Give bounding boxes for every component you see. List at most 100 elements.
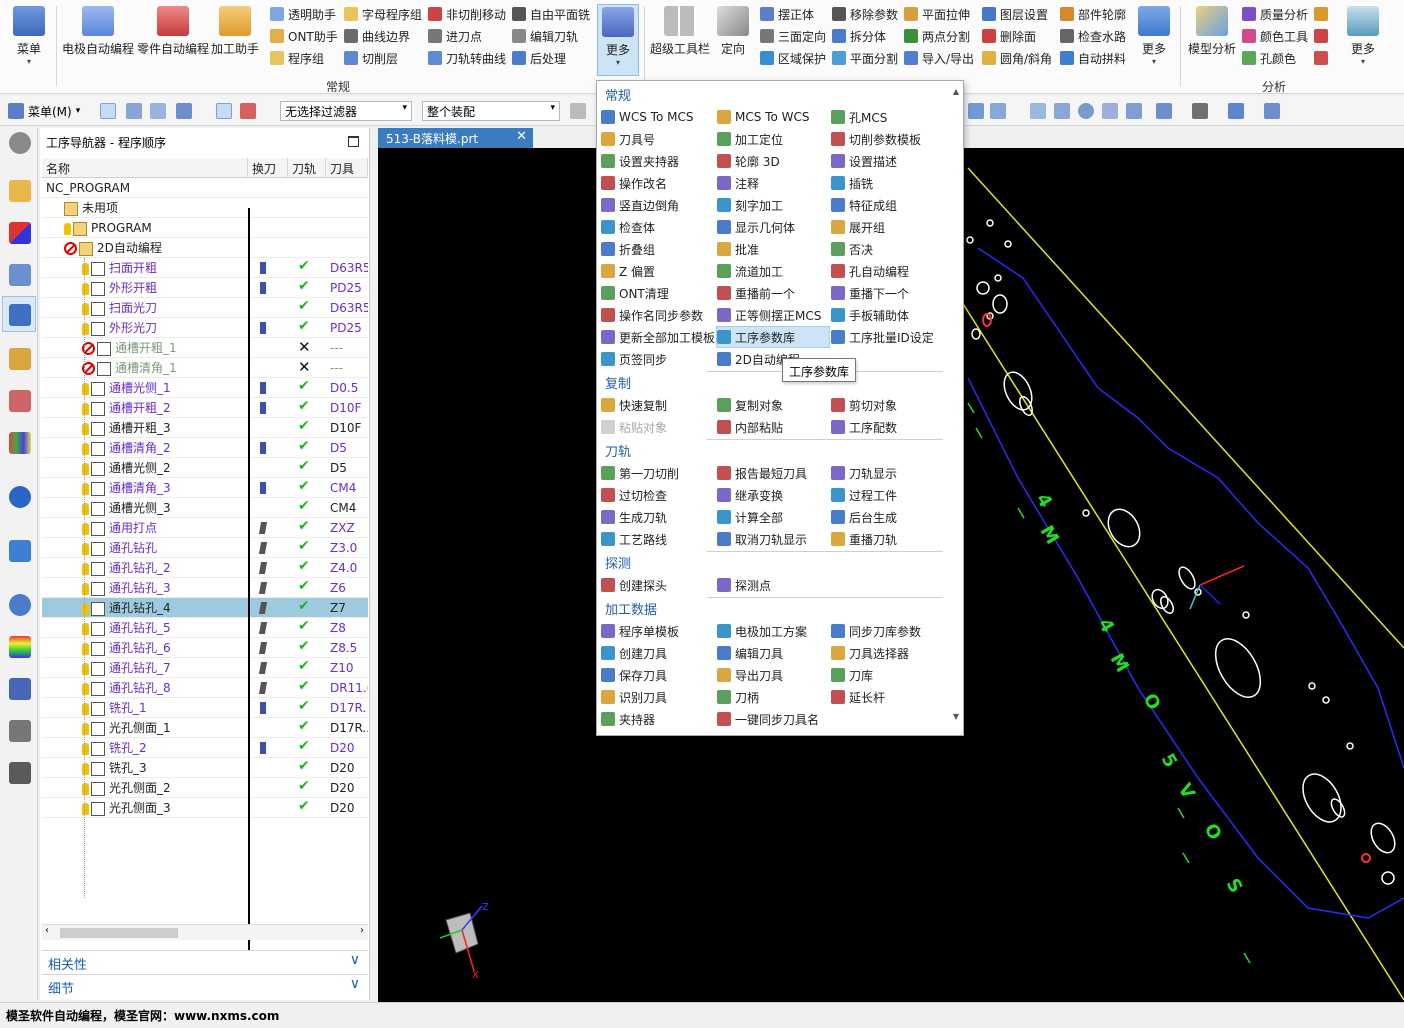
menu-item[interactable]: 刻字加工	[717, 195, 829, 215]
menu-item[interactable]: 设置夹持器	[601, 151, 713, 171]
info-icon[interactable]	[9, 486, 31, 508]
transparent-assistant-button[interactable]: 透明助手	[270, 4, 336, 24]
menu-item[interactable]: 一键同步刀具名	[717, 709, 829, 729]
electrode-program-button[interactable]: 电极自动编程	[62, 4, 134, 57]
table-row[interactable]: 通孔钻孔_8 ✔ DR11.(	[42, 678, 368, 698]
color-tool-button[interactable]: 颜色工具	[1242, 26, 1308, 46]
menu-item[interactable]: 程序单模板	[601, 621, 713, 641]
table-row[interactable]: PROGRAM	[42, 218, 368, 238]
menu-item[interactable]: 粘贴对象	[601, 417, 713, 437]
menu-item[interactable]: 内部粘贴	[717, 417, 829, 437]
menu-item[interactable]: 批准	[717, 239, 829, 259]
split-body-button[interactable]: 拆分体	[832, 26, 886, 46]
plane-extrude-button[interactable]: 平面拉伸	[904, 4, 970, 24]
orient-view-button[interactable]	[1228, 102, 1244, 120]
menu-item[interactable]: 设置描述	[831, 151, 943, 171]
menu-item[interactable]: 导出刀具	[717, 665, 829, 685]
table-row[interactable]: 通槽光侧_1 ✔ D0.5	[42, 378, 368, 398]
delete-face-button[interactable]: 删除面	[982, 26, 1036, 46]
menu-item[interactable]: 切削参数模板	[831, 129, 943, 149]
table-row[interactable]: 扫面光刀 ✔ D63R5	[42, 298, 368, 318]
menu-item[interactable]: 注释	[717, 173, 829, 193]
menu-item[interactable]: 报告最短刀具	[717, 463, 829, 483]
menu-item[interactable]: 展开组	[831, 217, 943, 237]
analysis-small-3[interactable]	[1314, 48, 1332, 68]
menu-item[interactable]: ONT清理	[601, 283, 713, 303]
details-panel[interactable]: 细节 ∨	[42, 974, 368, 997]
menu-item[interactable]: 操作名同步参数	[601, 305, 713, 325]
layer-settings-button[interactable]: 图层设置	[982, 4, 1048, 24]
menu-dropdown[interactable]: 菜单(M) ▾	[8, 102, 80, 120]
gear-icon[interactable]	[9, 132, 31, 154]
pan-button[interactable]	[1102, 102, 1118, 120]
cut-level-button[interactable]: 切削层	[344, 48, 398, 68]
menu-item[interactable]: 继承变换	[717, 485, 829, 505]
table-row[interactable]: 通用打点 ✔ ZXZ	[42, 518, 368, 538]
menu-item[interactable]: 刀柄	[717, 687, 829, 707]
program-group-button[interactable]: 程序组	[270, 48, 324, 68]
table-row[interactable]: 通槽清角_1 ✕ ---	[42, 358, 368, 378]
entry-point-button[interactable]: 进刀点	[428, 26, 482, 46]
table-row[interactable]: 光孔侧面_3 ✔ D20	[42, 798, 368, 818]
column-header-name[interactable]: 名称	[42, 158, 248, 178]
menu-item[interactable]: 刀具号	[601, 129, 713, 149]
view-tool-3[interactable]	[1126, 102, 1142, 120]
render-style-button[interactable]	[1192, 102, 1208, 120]
analysis-small-1[interactable]	[1314, 4, 1332, 24]
part-program-button[interactable]: 零件自动编程	[137, 4, 209, 57]
table-row[interactable]: 通孔钻孔_6 ✔ Z8.5	[42, 638, 368, 658]
column-header-tool-change[interactable]: 换刀	[248, 158, 288, 178]
table-row[interactable]: 通孔钻孔 ✔ Z3.0	[42, 538, 368, 558]
machine-tool-icon[interactable]	[9, 348, 31, 370]
menu-item[interactable]: 孔自动编程	[831, 261, 943, 281]
clock-icon[interactable]	[9, 594, 31, 616]
menu-item[interactable]: 重播刀轨	[831, 529, 943, 549]
menu-item[interactable]: 快速复制	[601, 395, 713, 415]
horizontal-scrollbar[interactable]: ‹ ›	[42, 924, 368, 940]
three-face-orient-button[interactable]: 三面定向	[760, 26, 826, 46]
part-outline-button[interactable]: 部件轮廓	[1060, 4, 1126, 24]
letter-program-group-button[interactable]: 字母程序组	[344, 4, 422, 24]
model-analysis-button[interactable]: 模型分析	[1186, 4, 1238, 57]
rotate-button[interactable]	[1078, 102, 1094, 120]
selection-filter-combo[interactable]: 无选择过滤器 ▾	[280, 101, 412, 121]
table-row[interactable]: 外形光刀 ✔ PD25	[42, 318, 368, 338]
curve-boundary-button[interactable]: 曲线边界	[344, 26, 410, 46]
table-row[interactable]: 通槽开粗_3 ✔ D10F	[42, 418, 368, 438]
table-row[interactable]: 通槽光侧_2 ✔ D5	[42, 458, 368, 478]
table-row[interactable]: 未用项	[42, 198, 368, 218]
select-tool-2[interactable]	[126, 102, 142, 120]
scroll-up-icon[interactable]: ▲	[953, 87, 959, 96]
close-icon[interactable]: ✕	[516, 129, 527, 144]
table-row[interactable]: 通孔钻孔_2 ✔ Z4.0	[42, 558, 368, 578]
select-tool-4[interactable]	[176, 102, 192, 120]
menu-item[interactable]: 编辑刀具	[717, 643, 829, 663]
menu-item[interactable]: 创建探头	[601, 575, 713, 595]
color-bar-icon[interactable]	[9, 636, 31, 658]
table-row[interactable]: 通槽光侧_3 ✔ CM4	[42, 498, 368, 518]
more-button-active[interactable]: 更多 ▾	[597, 4, 639, 76]
constraint-navigator-icon[interactable]	[9, 222, 31, 244]
import-export-button[interactable]: 导入/导出	[904, 48, 974, 68]
check-waterway-button[interactable]: 检查水路	[1060, 26, 1126, 46]
document-tab[interactable]: 513-B落料模.prt ✕	[378, 128, 533, 148]
table-row[interactable]: 铣孔_3 ✔ D20	[42, 758, 368, 778]
table-row[interactable]: 外形开粗 ✔ PD25	[42, 278, 368, 298]
tool-path-toggle[interactable]	[216, 102, 232, 120]
menu-item[interactable]: 同步刀库参数	[831, 621, 943, 641]
menu-item[interactable]: 取消刀轨显示	[717, 529, 829, 549]
menu-item[interactable]: 轮廓 3D	[717, 151, 829, 171]
area-protect-button[interactable]: 区域保护	[760, 48, 826, 68]
more-button-3[interactable]: 更多 ▾	[1344, 4, 1382, 67]
menu-item[interactable]: 刀库	[831, 665, 943, 685]
menu-item[interactable]: Z 偏置	[601, 261, 713, 281]
more-button-2[interactable]: 更多 ▾	[1134, 4, 1174, 67]
table-row[interactable]: 通槽清角_3 ✔ CM4	[42, 478, 368, 498]
table-row[interactable]: NC_PROGRAM	[42, 178, 368, 198]
table-row[interactable]: 通槽清角_2 ✔ D5	[42, 438, 368, 458]
robot-icon[interactable]	[9, 720, 31, 742]
menu-item[interactable]: 检查体	[601, 217, 713, 237]
menu-item[interactable]: MCS To WCS	[717, 107, 829, 127]
straighten-body-button[interactable]: 摆正体	[760, 4, 814, 24]
menu-item[interactable]: 正等侧摆正MCS	[717, 305, 829, 325]
